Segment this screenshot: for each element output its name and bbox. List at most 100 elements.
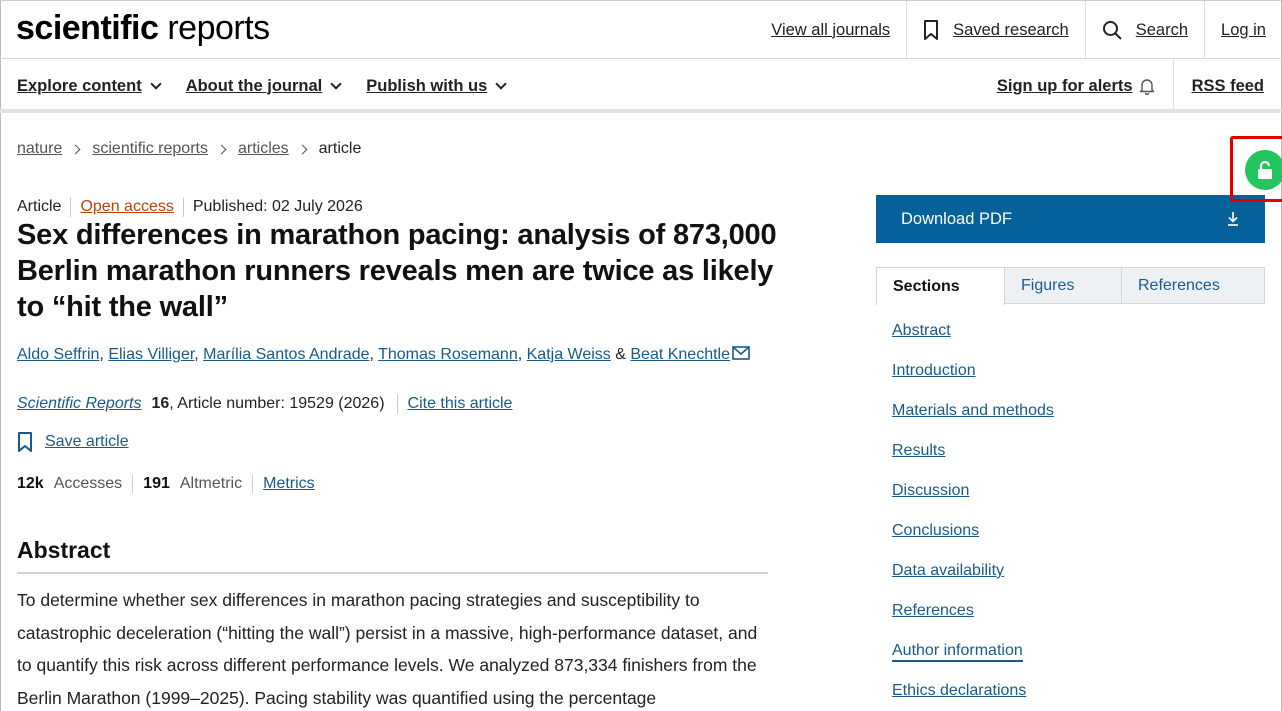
author-separator: , <box>194 346 204 363</box>
nav-about-the-journal-label: About the journal <box>185 76 323 95</box>
search-label: Search <box>1135 20 1189 39</box>
rss-feed-link[interactable]: RSS feed <box>1172 59 1282 113</box>
section-link-author-information[interactable]: Author information <box>892 642 1023 662</box>
breadcrumb-nature[interactable]: nature <box>17 140 62 158</box>
main-nav: Explore content About the journal Publis… <box>0 59 1282 113</box>
section-item: Discussion <box>892 482 1054 522</box>
section-item: Materials and methods <box>892 402 1054 442</box>
bookmark-icon <box>18 432 32 452</box>
journal-name-link[interactable]: Scientific Reports <box>17 395 142 413</box>
nav-publish-with-us[interactable]: Publish with us <box>366 76 507 96</box>
breadcrumb: nature scientific reports articles artic… <box>17 140 361 158</box>
download-pdf-button[interactable]: Download PDF <box>876 195 1265 243</box>
section-item: Abstract <box>892 322 1054 362</box>
tab-references[interactable]: References <box>1122 267 1265 304</box>
journal-volume: 16 <box>151 395 170 412</box>
download-icon <box>1228 212 1238 226</box>
author-link[interactable]: Aldo Seffrin <box>17 346 99 363</box>
author-list: Aldo Seffrin, Elias Villiger, Marília Sa… <box>17 346 750 364</box>
saved-research-label: Saved research <box>953 20 1069 39</box>
chevron-down-icon <box>330 77 342 90</box>
metrics-link[interactable]: Metrics <box>263 475 315 493</box>
section-item: Conclusions <box>892 522 1054 562</box>
sign-up-alerts-label: Sign up for alerts <box>996 76 1133 95</box>
cite-this-article-link[interactable]: Cite this article <box>396 394 512 414</box>
search-icon <box>1102 21 1122 40</box>
section-link-references[interactable]: References <box>892 602 974 619</box>
save-article-label: Save article <box>45 433 129 450</box>
author-separator: & <box>610 346 631 363</box>
chevron-right-icon <box>216 144 227 154</box>
section-link-discussion[interactable]: Discussion <box>892 482 969 499</box>
journal-info: Scientific Reports 16 , Article number: … <box>17 394 512 414</box>
article-number: , Article number: 19529 (2026) <box>169 395 385 412</box>
section-item: References <box>892 602 1054 642</box>
section-link-data-availability[interactable]: Data availability <box>892 562 1004 579</box>
abstract-text: To determine whether sex differences in … <box>17 590 758 708</box>
author-link[interactable]: Katja Weiss <box>527 346 611 363</box>
saved-research-link[interactable]: Saved research <box>906 1 1085 59</box>
section-link-materials-and-methods[interactable]: Materials and methods <box>892 402 1054 419</box>
tab-sections[interactable]: Sections <box>876 267 1005 305</box>
breadcrumb-scientific-reports[interactable]: scientific reports <box>92 140 208 158</box>
save-article-button[interactable]: Save article <box>17 431 129 453</box>
breadcrumb-articles[interactable]: articles <box>238 140 289 158</box>
sign-up-alerts-link[interactable]: Sign up for alerts <box>979 59 1173 113</box>
log-in-link[interactable]: Log in <box>1204 1 1282 59</box>
site-logo[interactable]: scientific reports <box>16 9 270 48</box>
section-item: Data availability <box>892 562 1054 602</box>
unlock-badge-button[interactable] <box>1245 150 1282 190</box>
author-link[interactable]: Marília Santos Andrade <box>203 346 369 363</box>
breadcrumb-current: article <box>318 140 362 157</box>
author-link[interactable]: Beat Knechtle <box>630 346 730 363</box>
abstract-divider <box>17 572 768 574</box>
author-link[interactable]: Elias Villiger <box>108 346 194 363</box>
download-pdf-label: Download PDF <box>901 209 1012 228</box>
nav-about-the-journal[interactable]: About the journal <box>185 76 342 96</box>
sections-list: Abstract Introduction Materials and meth… <box>892 322 1054 711</box>
author-separator: , <box>517 346 527 363</box>
unlock-icon <box>1258 160 1272 179</box>
search-link[interactable]: Search <box>1084 1 1204 59</box>
accesses-stat: 12k Accesses <box>17 475 132 493</box>
nav-explore-content-label: Explore content <box>17 76 142 95</box>
section-link-ethics-declarations[interactable]: Ethics declarations <box>892 682 1026 699</box>
published-date: Published: 02 July 2026 <box>182 197 372 217</box>
chevron-right-icon <box>297 144 308 154</box>
bookmark-icon <box>924 20 939 40</box>
altmetric-label: Altmetric <box>179 475 243 492</box>
article-metrics: 12k Accesses 191 Altmetric Metrics <box>17 475 325 493</box>
author-link[interactable]: Thomas Rosemann <box>378 346 518 363</box>
site-header: scientific reports View all journals Sav… <box>0 0 1282 59</box>
chevron-down-icon <box>150 77 162 90</box>
sidebar-tabs: Sections Figures References <box>876 267 1265 305</box>
author-separator: , <box>369 346 379 363</box>
author-separator: , <box>99 346 109 363</box>
accesses-label: Accesses <box>53 475 123 492</box>
section-item: Introduction <box>892 362 1054 402</box>
chevron-right-icon <box>70 144 81 154</box>
altmetric-value: 191 <box>143 475 170 492</box>
bell-icon <box>1139 78 1154 95</box>
chevron-down-icon <box>495 77 507 90</box>
header-links: View all journals Saved research Search … <box>755 1 1282 59</box>
article-type: Article <box>17 198 62 215</box>
section-item: Results <box>892 442 1054 482</box>
section-item: Ethics declarations <box>892 682 1054 711</box>
mail-icon[interactable] <box>732 346 750 360</box>
nav-explore-content[interactable]: Explore content <box>17 76 162 96</box>
section-link-abstract[interactable]: Abstract <box>892 322 951 339</box>
view-all-journals-link[interactable]: View all journals <box>755 1 906 59</box>
metrics-group: Metrics <box>252 475 325 493</box>
nav-publish-with-us-label: Publish with us <box>366 76 488 95</box>
altmetric-stat: 191 Altmetric <box>132 475 252 493</box>
section-link-introduction[interactable]: Introduction <box>892 362 976 379</box>
section-link-results[interactable]: Results <box>892 442 945 459</box>
section-item-current: Author information <box>892 642 1054 682</box>
accesses-value: 12k <box>17 475 44 492</box>
section-link-conclusions[interactable]: Conclusions <box>892 522 979 539</box>
abstract-heading: Abstract <box>17 537 111 563</box>
open-access-link[interactable]: Open access <box>70 197 182 217</box>
tab-figures[interactable]: Figures <box>1005 267 1122 304</box>
article-meta: Article Open access Published: 02 July 2… <box>17 197 372 217</box>
